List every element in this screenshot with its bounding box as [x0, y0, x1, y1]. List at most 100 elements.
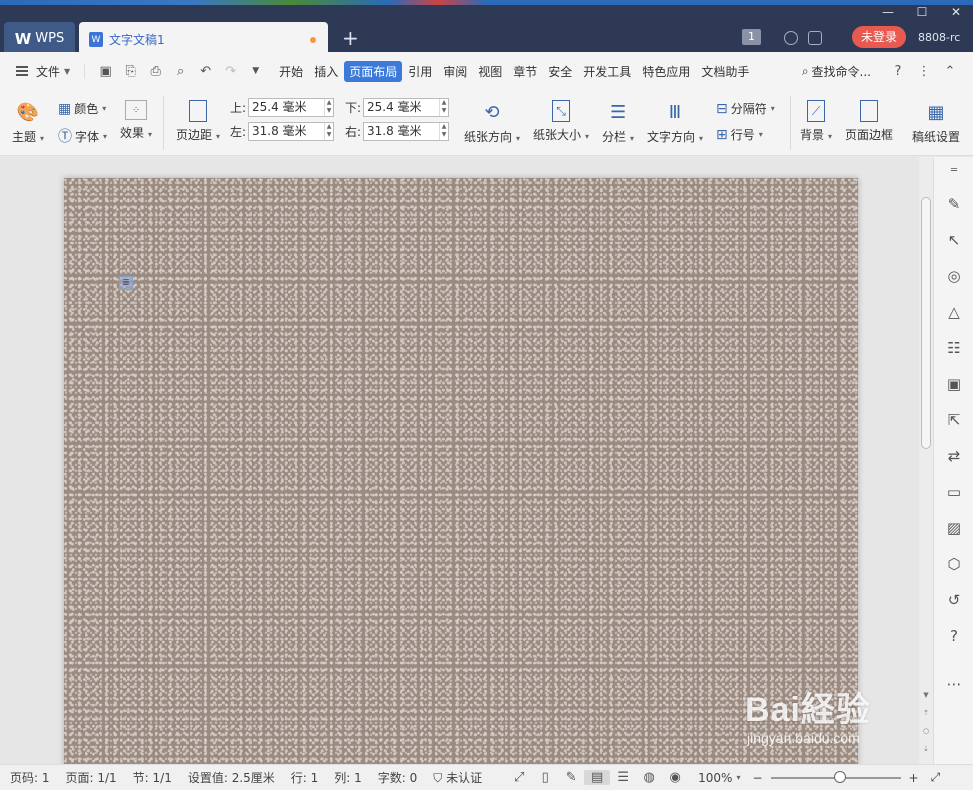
fit-window-icon[interactable]: ⤢ [931, 770, 941, 785]
redo-icon[interactable]: ↷ [218, 64, 243, 79]
more-icon[interactable]: ⋯ [934, 675, 973, 693]
document-page[interactable]: ≣ [64, 178, 858, 764]
help-circle-icon[interactable]: ? [934, 627, 973, 645]
breaks-button[interactable]: ⊟ 分隔符 ▾ [716, 100, 775, 117]
eye-protection-icon[interactable]: ◉ [662, 770, 688, 785]
background-button[interactable]: ⟋ 背景 ▾ [800, 100, 832, 143]
theme-button[interactable]: 🎨 主题 ▾ [12, 100, 44, 145]
columns-icon: ☰ [609, 101, 627, 123]
columns-button[interactable]: ☰ 分栏 ▾ [602, 100, 634, 145]
page-border-button[interactable]: 页面边框 [845, 100, 893, 143]
tab-features[interactable]: 特色应用 [637, 61, 695, 82]
maximize-icon[interactable]: ☐ [905, 5, 939, 21]
effect-button[interactable]: ⁘ 效果 ▾ [120, 100, 152, 141]
title-bar: W WPS W 文字文稿1 + 1 未登录 8808-rc — ☐ ✕ [0, 5, 973, 57]
chevron-down-icon[interactable]: ▾ [736, 773, 740, 782]
shield-icon[interactable]: ⬡ [934, 555, 973, 573]
left-margin-input[interactable]: 31.8 毫米 ▲ ▼ [248, 122, 334, 141]
wps-home-tab[interactable]: W WPS [4, 22, 75, 55]
close-icon[interactable]: ✕ [939, 5, 973, 21]
margin-spinner[interactable]: ▲ ▼ [439, 99, 448, 116]
login-button[interactable]: 未登录 [852, 26, 906, 48]
bottom-margin-input[interactable]: 25.4 毫米 ▲ ▼ [363, 98, 449, 117]
tab-doc-assistant[interactable]: 文档助手 [696, 61, 754, 82]
minimize-icon[interactable]: — [871, 5, 905, 21]
status-certification[interactable]: ⛉ 未认证 [433, 769, 482, 786]
tab-page-layout[interactable]: 页面布局 [344, 60, 403, 82]
collapse-ribbon-icon[interactable]: ⌃ [937, 64, 963, 79]
format-painter-icon[interactable]: ⎘ [118, 64, 143, 79]
write-mode-icon[interactable]: ✎ [558, 770, 584, 785]
window-count-badge[interactable]: 1 [742, 29, 761, 45]
fullscreen-icon[interactable]: ⤢ [506, 770, 532, 785]
save-icon[interactable]: ▣ [93, 64, 118, 79]
select-cursor-icon[interactable]: ↖ [934, 231, 973, 249]
tab-developer[interactable]: 开发工具 [578, 61, 636, 82]
new-tab-button[interactable]: + [342, 28, 359, 48]
undo-icon[interactable]: ↶ [193, 64, 218, 79]
history-icon[interactable]: ↺ [934, 591, 973, 609]
adjust-icon[interactable]: ☷ [934, 339, 973, 357]
orientation-button[interactable]: ⟲ 纸张方向 ▾ [464, 100, 520, 145]
print-preview-icon[interactable]: ⌕ [168, 64, 193, 79]
skin-icon[interactable] [784, 31, 798, 45]
zoom-out-button[interactable]: − [752, 771, 762, 785]
style-icon[interactable]: △ [934, 303, 973, 321]
tab-section[interactable]: 章节 [508, 61, 542, 82]
scrollbar-thumb[interactable] [921, 197, 931, 449]
font-icon: Ⓣ [58, 129, 72, 145]
tab-references[interactable]: 引用 [403, 61, 437, 82]
feedback-icon[interactable] [808, 31, 822, 45]
effect-label: 效果 [120, 126, 145, 140]
status-word-count[interactable]: 字数: 0 [378, 769, 418, 786]
outline-view-icon[interactable]: ☰ [610, 770, 636, 785]
margin-spinner[interactable]: ▲ ▼ [439, 123, 448, 140]
pen-icon[interactable]: ✎ [934, 195, 973, 213]
help-icon[interactable]: ? [885, 64, 911, 79]
margin-spinner[interactable]: ▲ ▼ [324, 123, 333, 140]
document-canvas[interactable]: ≣ [0, 157, 919, 764]
tab-review[interactable]: 审阅 [438, 61, 472, 82]
more-options-icon[interactable]: ⋮ [911, 64, 937, 79]
ribbon-divider [163, 96, 164, 150]
paper-size-icon: ⤡ [552, 100, 571, 122]
reading-mode-icon[interactable]: ▯ [532, 770, 558, 785]
zoom-slider-knob[interactable] [833, 770, 846, 783]
zoom-in-button[interactable]: + [909, 771, 919, 785]
right-margin-field: 右: 31.8 毫米 ▲ ▼ [345, 122, 449, 141]
page-view-icon[interactable]: ▤ [584, 770, 611, 785]
file-menu-button[interactable]: 文件 ▼ [16, 63, 70, 80]
tab-view[interactable]: 视图 [473, 61, 507, 82]
print-icon[interactable]: ⎙ [143, 64, 168, 79]
top-margin-input[interactable]: 25.4 毫米 ▲ ▼ [248, 98, 334, 117]
share-icon[interactable]: ⇱ [934, 411, 973, 429]
text-direction-button[interactable]: Ⅲ 文字方向 ▾ [647, 100, 703, 145]
color-button[interactable]: ▦ 颜色 ▾ [58, 100, 106, 117]
manuscript-settings-button[interactable]: ▦ 稿纸设置 [912, 100, 960, 145]
zoom-slider[interactable] [770, 770, 901, 783]
archive-icon[interactable]: ▭ [934, 483, 973, 501]
chevron-down-icon: ▾ [103, 131, 108, 141]
command-search[interactable]: ⌕ 查找命令... [802, 63, 871, 80]
zoom-level[interactable]: 100% [698, 771, 732, 785]
tab-security[interactable]: 安全 [543, 61, 577, 82]
menu-bar: 文件 ▼ ▣ ⎘ ⎙ ⌕ ↶ ↷ ▼ 开始 插入 页面布局 引用 审阅 视图 章… [0, 52, 973, 90]
paper-size-button[interactable]: ⤡ 纸张大小 ▾ [533, 100, 589, 143]
picture-icon[interactable]: ▨ [934, 519, 973, 537]
image-gallery-icon[interactable]: ▣ [934, 375, 973, 393]
vertical-scrollbar[interactable]: ▼ ⇡ ○ ⇣ [919, 157, 933, 764]
panel-handle-icon[interactable]: ═ [934, 165, 973, 176]
translate-icon[interactable]: ⇄ [934, 447, 973, 465]
shapes-icon[interactable]: ◎ [934, 267, 973, 285]
tab-insert[interactable]: 插入 [309, 61, 343, 82]
customize-toolbar-icon[interactable]: ▼ [243, 66, 268, 76]
line-numbers-button[interactable]: ⊞ 行号 ▾ [716, 126, 763, 143]
font-button[interactable]: Ⓣ 字体 ▾ [58, 126, 107, 146]
web-view-icon[interactable]: ◍ [636, 770, 662, 785]
right-margin-input[interactable]: 31.8 毫米 ▲ ▼ [363, 122, 449, 141]
left-margin-field: 左: 31.8 毫米 ▲ ▼ [230, 122, 334, 141]
tab-home[interactable]: 开始 [274, 61, 308, 82]
margin-spinner[interactable]: ▲ ▼ [324, 99, 333, 116]
margins-button[interactable]: 页边距 ▾ [176, 100, 220, 143]
margins-label: 页边距 [176, 128, 213, 142]
